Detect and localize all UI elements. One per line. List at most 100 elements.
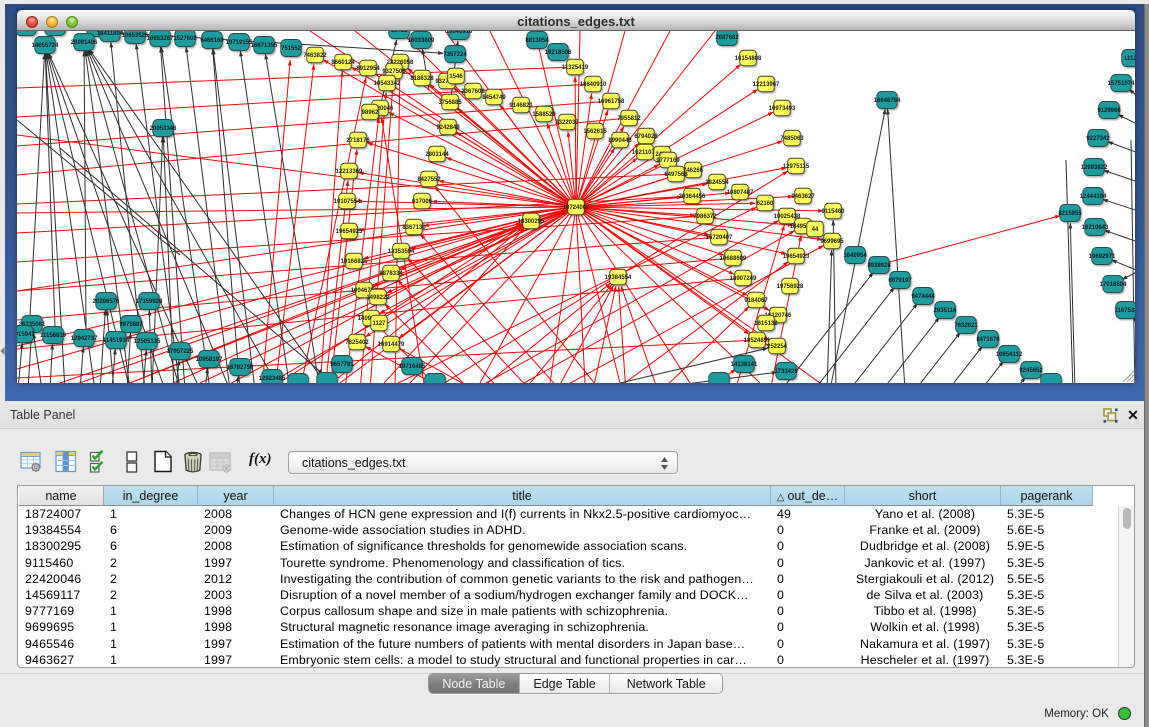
paper-node[interactable] (17, 31, 36, 36)
node-label: 16648784 (874, 98, 901, 104)
right-panel-divider[interactable] (1144, 4, 1149, 727)
new-column-icon[interactable] (152, 450, 174, 473)
node-label: 17016504 (1100, 282, 1127, 288)
node-label: 11156819 (40, 333, 67, 339)
cell: 49 (777, 506, 843, 522)
table-row[interactable]: 969969511998Structural magnetic resonanc… (18, 619, 1118, 635)
network-desktop: citations_edges.txt 14 (5, 4, 1144, 401)
cell: Nakamura et al. (1997) (851, 636, 999, 652)
node-label: 9474444 (911, 294, 935, 300)
column-header-in_degree[interactable]: in_degree (104, 486, 198, 506)
paper-node[interactable] (288, 374, 309, 384)
cell: Dudbridge et al. (2008) (851, 538, 999, 554)
resize-grip-icon[interactable] (1120, 369, 1134, 382)
node-table[interactable]: namein_degree year title△out_de…shortpager… (17, 485, 1135, 668)
paper-node[interactable] (45, 31, 66, 36)
red-edge (592, 286, 616, 383)
node-label: 7632621 (954, 323, 978, 329)
node-label: 44 (812, 227, 819, 233)
citation-network-graph[interactable]: 1405572420091406184118041065352610653267… (17, 31, 1135, 383)
column-header-label: out_de… (787, 489, 838, 503)
show-columns-icon[interactable] (55, 450, 77, 473)
cell: 0 (777, 522, 843, 538)
cell: 0 (777, 652, 843, 668)
column-header-year[interactable]: year (198, 486, 274, 506)
table-row[interactable]: 1830029562008Estimation of significance … (18, 538, 1118, 554)
paper-node[interactable] (709, 373, 730, 384)
delete-column-icon[interactable] (182, 450, 204, 473)
cell: 2009 (204, 522, 272, 538)
table-mode-icon[interactable] (20, 450, 42, 473)
paper-node[interactable] (425, 374, 446, 384)
table-select-value: citations_edges.txt (302, 456, 406, 470)
tab-network-table[interactable]: Network Table (610, 674, 722, 693)
network-canvas[interactable]: 1405572420091406184118041065352610653267… (17, 31, 1135, 383)
table-panel-title: Table Panel (10, 408, 75, 422)
node-label: 16154808 (735, 56, 762, 62)
cell: Changes of HCN gene expression and I(f) … (280, 506, 769, 522)
scrollbar-thumb[interactable] (1123, 508, 1131, 529)
column-header-name[interactable]: name (19, 486, 104, 506)
node-label: 6794028 (634, 134, 658, 140)
dropdown-stepper-icon (660, 456, 669, 471)
node-label: 10654112 (996, 352, 1023, 358)
network-window-titlebar[interactable]: citations_edges.txt (17, 10, 1135, 31)
unselect-all-icon[interactable] (122, 450, 144, 473)
black-edge (80, 347, 83, 383)
node-label: 8813054 (525, 38, 549, 44)
red-edge (576, 203, 756, 207)
network-window[interactable]: citations_edges.txt 14 (17, 10, 1135, 383)
column-header-short[interactable]: short (845, 486, 1001, 506)
node-label: 751552 (281, 46, 302, 52)
table-row[interactable]: 977716911998Corpus callosum shape and si… (18, 603, 1118, 619)
table-row[interactable]: 946554611997Estimation of the future num… (18, 636, 1118, 652)
cell: 2 (110, 571, 196, 587)
network-window-title: citations_edges.txt (17, 14, 1135, 29)
column-header-pagerank[interactable]: pagerank (1001, 486, 1093, 506)
node-label: 17359924 (136, 299, 163, 305)
cell: 0 (777, 571, 843, 587)
select-all-icon[interactable] (89, 450, 111, 473)
table-select-dropdown[interactable]: citations_edges.txt (288, 451, 678, 474)
cell: 6 (110, 538, 196, 554)
node-label: 9242848 (436, 125, 460, 131)
table-body: 1872400712008Changes of HCN gene express… (18, 506, 1118, 668)
table-row[interactable]: 2242004622012Investigating the contribut… (18, 571, 1118, 587)
node-label: 19654923 (783, 254, 810, 260)
node-label: 1588520 (532, 112, 556, 118)
function-builder-icon[interactable]: f(x) (249, 450, 273, 473)
node-label: 9699695 (820, 239, 844, 245)
table-row[interactable]: 1872400712008Changes of HCN gene express… (18, 506, 1118, 522)
node-label: 9657791 (330, 362, 354, 368)
node-label: 1733426 (774, 369, 798, 375)
paper-node[interactable] (1041, 374, 1062, 384)
table-row[interactable]: 1938455462009Genome-wide association stu… (18, 522, 1118, 538)
tab-node-table[interactable]: Node Table (429, 674, 520, 693)
black-edge (979, 361, 1003, 383)
table-row[interactable]: 911546021997Tourette syndrome. Phenomeno… (18, 555, 1118, 571)
table-row[interactable]: 1456911722003Disruption of a novel membe… (18, 587, 1118, 603)
column-header-out_de[interactable]: △out_de… (771, 486, 845, 506)
column-header-label: year (223, 489, 247, 503)
close-icon[interactable]: ✕ (1125, 407, 1141, 423)
cell: 5.5E-5 (1007, 571, 1091, 587)
cell: Estimation of the future numbers of pati… (280, 636, 769, 652)
node-label: 6497568 (664, 172, 688, 178)
tab-edge-table[interactable]: Edge Table (520, 674, 611, 693)
delete-table-icon[interactable] (209, 450, 231, 473)
paper-node[interactable] (317, 373, 338, 384)
red-edge (576, 207, 690, 383)
column-header-title[interactable]: title (274, 486, 771, 506)
table-row[interactable]: 946362711997Embryonic stem cells: a mode… (18, 652, 1118, 668)
node-label: 12213369 (336, 169, 363, 175)
black-edge (1104, 230, 1135, 243)
cell: 1998 (204, 619, 272, 635)
node-label: 16640910 (446, 31, 473, 35)
node-label: 11451934 (103, 338, 130, 344)
left-panel-collapse-icon[interactable] (0, 346, 5, 356)
node-label: 16671355 (251, 43, 278, 49)
black-edge (881, 317, 940, 383)
vertical-scrollbar[interactable] (1118, 506, 1134, 668)
float-window-icon[interactable] (1103, 408, 1118, 423)
cell: 19384554 (25, 522, 102, 538)
